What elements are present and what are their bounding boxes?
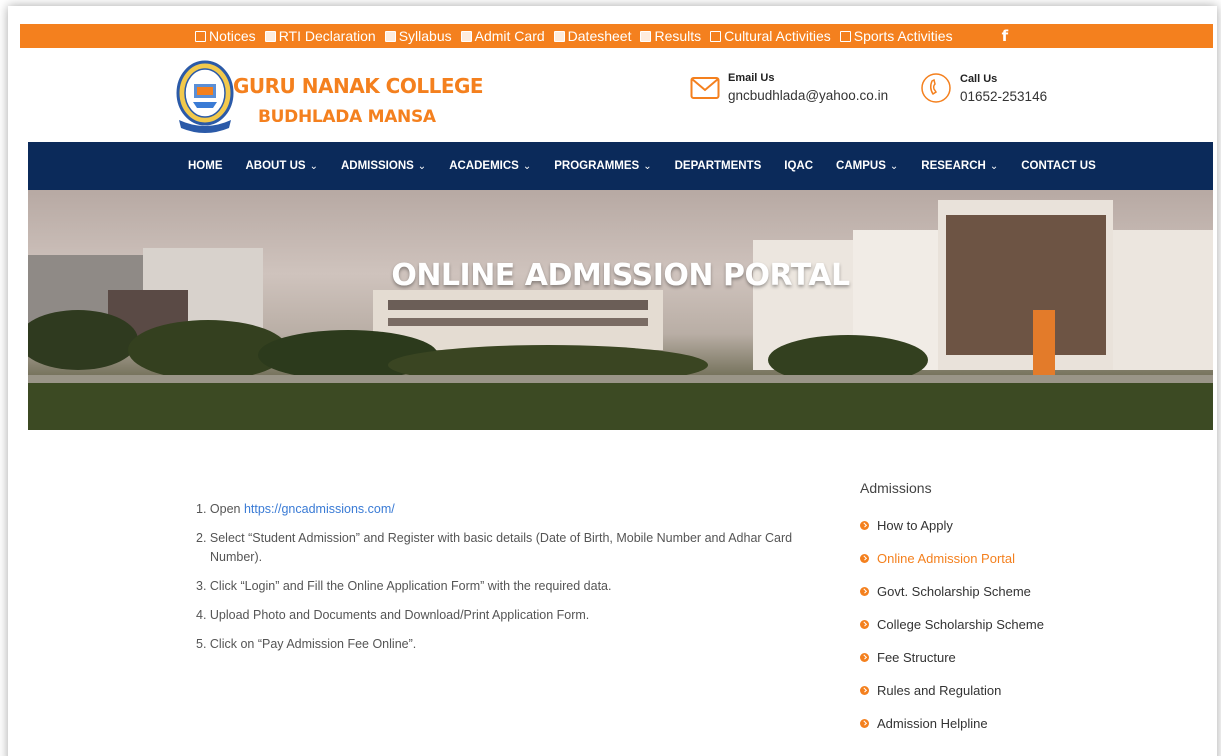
college-logo[interactable] — [175, 58, 235, 136]
email-label: Email Us — [728, 72, 775, 84]
nav-home[interactable]: HOME — [188, 160, 223, 172]
step-3: 3. Click “Login” and Fill the Online App… — [196, 579, 612, 593]
main-navigation: HOME ABOUT US ⌄ ADMISSIONS ⌄ ACADEMICS ⌄ PR… — [28, 142, 1213, 190]
check-circle-icon — [860, 620, 869, 629]
sidebar-item-rules[interactable]: Rules and Regulation — [860, 682, 1160, 699]
chevron-down-icon: ⌄ — [522, 160, 532, 172]
step-5: 5. Click on “Pay Admission Fee Online”. — [196, 637, 417, 651]
notice-icon — [710, 30, 722, 42]
phone-icon — [921, 73, 951, 103]
check-circle-icon — [860, 587, 869, 596]
nav-departments[interactable]: DEPARTMENTS — [675, 160, 762, 172]
nav-campus[interactable]: CAMPUS ⌄ — [836, 160, 898, 172]
sidebar-item-how-to-apply[interactable]: How to Apply — [860, 517, 1160, 534]
chevron-down-icon: ⌄ — [643, 160, 652, 172]
top-link-syllabus[interactable]: Syllabus — [384, 28, 452, 44]
facebook-icon[interactable]: f — [1002, 27, 1009, 45]
college-location: BUDHLADA MANSA — [258, 107, 436, 127]
campus-photo — [28, 200, 1213, 430]
sidebar-item-college-scholarship[interactable]: College Scholarship Scheme — [860, 616, 1160, 633]
check-circle-icon — [860, 719, 869, 728]
sidebar-item-govt-scholarship[interactable]: Govt. Scholarship Scheme — [860, 583, 1160, 600]
nav-programmes[interactable]: PROGRAMMES ⌄ — [554, 160, 651, 172]
nav-about-us[interactable]: ABOUT US ⌄ — [246, 160, 318, 172]
sidebar-heading: Admissions — [860, 480, 932, 496]
nav-iqac[interactable]: IQAC — [784, 160, 813, 172]
admissions-sidebar: Admissions How to Apply Online Admission… — [860, 480, 1160, 748]
college-name[interactable]: GURU NANAK COLLEGE — [233, 74, 484, 98]
book-icon — [384, 30, 396, 42]
step-4: 4. Upload Photo and Documents and Downlo… — [196, 608, 590, 622]
chevron-down-icon: ⌄ — [417, 160, 427, 172]
step-2: 2. Select “Student Admission” and Regist… — [196, 531, 793, 564]
top-link-notices[interactable]: Notices — [195, 28, 256, 44]
phone-number[interactable]: 01652-253146 — [960, 89, 1047, 104]
top-link-admit-card[interactable]: Admit Card — [460, 28, 545, 44]
sidebar-item-helpline[interactable]: Admission Helpline — [860, 715, 1160, 732]
sidebar-item-online-admission-portal[interactable]: Online Admission Portal — [860, 550, 1160, 567]
top-link-results[interactable]: Results — [640, 28, 701, 44]
results-icon — [640, 30, 652, 42]
chevron-down-icon: ⌄ — [889, 160, 899, 172]
id-card-icon — [460, 30, 472, 42]
top-links-bar: Notices RTI Declaration Syllabus Admit C… — [20, 24, 1213, 48]
check-circle-icon — [860, 653, 869, 662]
page-banner: ONLINE ADMISSION PORTAL — [28, 190, 1213, 430]
email-address[interactable]: gncbudhlada@yahoo.co.in — [728, 88, 888, 103]
top-link-cultural[interactable]: Cultural Activities — [710, 28, 831, 44]
list-icon — [553, 30, 565, 42]
step-1: 1. Open https://gncadmissions.com/ — [196, 502, 395, 516]
top-link-sports[interactable]: Sports Activities — [839, 28, 953, 44]
top-link-rti[interactable]: RTI Declaration — [264, 28, 376, 44]
check-circle-icon — [860, 686, 869, 695]
document-icon — [264, 30, 276, 42]
phone-label: Call Us — [960, 72, 998, 85]
envelope-icon — [690, 76, 720, 99]
admission-steps: 1. Open https://gncadmissions.com/ 2. Se… — [196, 500, 836, 664]
top-link-datesheet[interactable]: Datesheet — [553, 28, 631, 44]
nav-admissions[interactable]: ADMISSIONS ⌄ — [341, 160, 426, 172]
notice-icon — [839, 30, 851, 42]
chevron-down-icon: ⌄ — [309, 160, 318, 172]
email-contact[interactable]: Email Us gncbudhlada@yahoo.co.in — [690, 72, 888, 103]
admission-portal-link[interactable]: https://gncadmissions.com/ — [244, 502, 395, 516]
notice-icon — [195, 30, 206, 42]
sidebar-item-fee-structure[interactable]: Fee Structure — [860, 649, 1160, 666]
check-circle-icon — [860, 521, 869, 530]
nav-research[interactable]: RESEARCH ⌄ — [921, 160, 998, 172]
nav-contact-us[interactable]: CONTACT US — [1021, 160, 1096, 172]
chevron-down-icon: ⌄ — [989, 160, 999, 172]
banner-title: ONLINE ADMISSION PORTAL — [391, 258, 850, 293]
nav-academics[interactable]: ACADEMICS ⌄ — [449, 160, 531, 172]
check-circle-icon — [860, 554, 869, 563]
phone-contact[interactable]: Call Us 01652-253146 — [920, 72, 1047, 104]
